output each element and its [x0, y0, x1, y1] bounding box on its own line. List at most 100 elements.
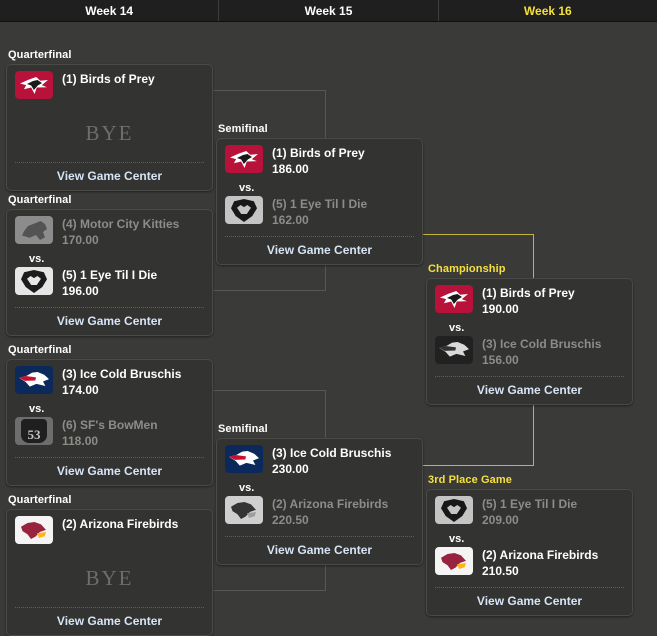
team-name: (3) Ice Cold Bruschis — [272, 446, 392, 460]
vs-label: vs. — [29, 253, 45, 265]
week-header-cell-16[interactable]: Week 16 — [439, 0, 657, 21]
view-game-center-link[interactable]: View Game Center — [225, 537, 414, 564]
team-name: (3) Ice Cold Bruschis — [62, 367, 182, 381]
bye-indicator: BYE — [85, 121, 134, 145]
team-row-winner[interactable]: (5) 1 Eye Til I Die 196.00 — [15, 267, 204, 303]
matchup-quarterfinal-3: Quarterfinal (3) Ice Cold Bruschis 174.0… — [6, 344, 213, 486]
week-header-cell-15[interactable]: Week 15 — [219, 0, 439, 21]
team-name: (5) 1 Eye Til I Die — [272, 197, 368, 211]
falcons-logo — [435, 285, 473, 313]
patriots-logo — [225, 445, 263, 473]
falcons-logo — [225, 145, 263, 173]
team-row-winner[interactable]: (1) Birds of Prey — [15, 71, 204, 107]
cardinals-logo — [15, 516, 53, 544]
connector-sf1-to-final — [422, 234, 534, 235]
team-score: 210.50 — [482, 564, 519, 578]
team-score: 156.00 — [482, 353, 519, 367]
team-name: (1) Birds of Prey — [272, 146, 365, 160]
team-score: 118.00 — [62, 434, 99, 448]
matchup-card-qf1[interactable]: (1) Birds of Prey BYE View Game Center — [6, 64, 213, 191]
team-row-loser[interactable]: (5) 1 Eye Til I Die 209.00 — [435, 496, 624, 532]
matchup-card-sf2[interactable]: (3) Ice Cold Bruschis 230.00 vs. (2) Ari… — [216, 438, 423, 565]
team-row-loser[interactable]: (6) SF's BowMen 118.00 — [15, 417, 204, 453]
lions-logo — [15, 216, 53, 244]
team-row-loser[interactable]: (5) 1 Eye Til I Die 162.00 — [225, 196, 414, 232]
matchup-card-qf3[interactable]: (3) Ice Cold Bruschis 174.00 vs. (6) SF'… — [6, 359, 213, 486]
matchup-championship: Championship (1) Birds of Prey 190.00 vs… — [426, 263, 633, 405]
matchup-semifinal-1: Semifinal (1) Birds of Prey 186.00 vs. (… — [216, 123, 423, 265]
team-name: (2) Arizona Firebirds — [482, 548, 599, 562]
playoff-bracket: Quarterfinal (1) Birds of Prey BYE View … — [0, 22, 657, 636]
patriots-logo — [15, 366, 53, 394]
round-label-sf1: Semifinal — [218, 123, 268, 135]
team-row-loser[interactable]: (3) Ice Cold Bruschis 156.00 — [435, 336, 624, 372]
vs-label: vs. — [449, 533, 465, 545]
team-name: (2) Arizona Firebirds — [272, 497, 389, 511]
team-score: 196.00 — [62, 284, 99, 298]
team-row-loser[interactable]: (2) Arizona Firebirds 220.50 — [225, 496, 414, 532]
team-name: (3) Ice Cold Bruschis — [482, 337, 602, 351]
team-name: (1) Birds of Prey — [62, 72, 155, 86]
matchup-third-place: 3rd Place Game (5) 1 Eye Til I Die 209.0… — [426, 474, 633, 616]
cardinals-logo — [435, 547, 473, 575]
view-game-center-link[interactable]: View Game Center — [225, 237, 414, 264]
round-label-qf1: Quarterfinal — [8, 49, 72, 61]
view-game-center-link[interactable]: View Game Center — [15, 608, 204, 635]
view-game-center-link[interactable]: View Game Center — [435, 588, 624, 615]
view-game-center-link[interactable]: View Game Center — [15, 458, 204, 485]
matchup-card-third-place[interactable]: (5) 1 Eye Til I Die 209.00 vs. (2) Arizo… — [426, 489, 633, 616]
round-label-qf3: Quarterfinal — [8, 344, 72, 356]
round-label-third-place: 3rd Place Game — [428, 474, 512, 486]
raiders-logo — [15, 267, 53, 295]
round-label-qf4: Quarterfinal — [8, 494, 72, 506]
vs-label: vs. — [239, 482, 255, 494]
team-name: (4) Motor City Kitties — [62, 217, 180, 231]
matchup-card-qf2[interactable]: (4) Motor City Kitties 170.00 vs. (5) 1 … — [6, 209, 213, 336]
raiders-logo — [435, 496, 473, 524]
matchup-quarterfinal-4: Quarterfinal (2) Arizona Firebirds BYE V… — [6, 494, 213, 636]
team-name: (5) 1 Eye Til I Die — [482, 497, 578, 511]
team-score: 170.00 — [62, 233, 99, 247]
team-row-winner[interactable]: (3) Ice Cold Bruschis 230.00 — [225, 445, 414, 481]
vs-label: vs. — [29, 403, 45, 415]
view-game-center-link[interactable]: View Game Center — [15, 308, 204, 335]
round-label-qf2: Quarterfinal — [8, 194, 72, 206]
team-score: 209.00 — [482, 513, 519, 527]
team-row-winner[interactable]: (2) Arizona Firebirds 210.50 — [435, 547, 624, 583]
view-game-center-link[interactable]: View Game Center — [15, 163, 204, 190]
view-game-center-link[interactable]: View Game Center — [435, 377, 624, 404]
matchup-quarterfinal-1: Quarterfinal (1) Birds of Prey BYE View … — [6, 49, 213, 191]
team-row-winner[interactable]: (1) Birds of Prey 186.00 — [225, 145, 414, 181]
connector-sf2-to-final — [422, 465, 534, 466]
matchup-semifinal-2: Semifinal (3) Ice Cold Bruschis 230.00 v… — [216, 423, 423, 565]
niners-logo — [15, 417, 53, 445]
connector-qf3-to-sf2 — [213, 390, 326, 391]
team-score: 190.00 — [482, 302, 519, 316]
matchup-card-championship[interactable]: (1) Birds of Prey 190.00 vs. (3) Ice Col… — [426, 278, 633, 405]
vs-label: vs. — [239, 182, 255, 194]
connector-qf1-to-sf1 — [213, 90, 326, 91]
team-score: 220.50 — [272, 513, 309, 527]
round-label-championship: Championship — [428, 263, 506, 275]
team-name: (2) Arizona Firebirds — [62, 517, 179, 531]
team-score: 230.00 — [272, 462, 309, 476]
patriots-logo — [435, 336, 473, 364]
team-score: 162.00 — [272, 213, 309, 227]
team-row-loser[interactable]: (4) Motor City Kitties 170.00 — [15, 216, 204, 252]
team-row-winner[interactable]: (2) Arizona Firebirds — [15, 516, 204, 552]
matchup-card-qf4[interactable]: (2) Arizona Firebirds BYE View Game Cent… — [6, 509, 213, 636]
raiders-logo — [225, 196, 263, 224]
week-header: Week 14 Week 15 Week 16 — [0, 0, 657, 22]
matchup-card-sf1[interactable]: (1) Birds of Prey 186.00 vs. (5) 1 Eye T… — [216, 138, 423, 265]
team-row-winner[interactable]: (1) Birds of Prey 190.00 — [435, 285, 624, 321]
week-header-cell-14[interactable]: Week 14 — [0, 0, 220, 21]
team-row-winner[interactable]: (3) Ice Cold Bruschis 174.00 — [15, 366, 204, 402]
team-name: (5) 1 Eye Til I Die — [62, 268, 158, 282]
bye-indicator: BYE — [85, 566, 134, 590]
team-name: (1) Birds of Prey — [482, 286, 575, 300]
team-score: 186.00 — [272, 162, 309, 176]
connector-qf4-to-sf2 — [213, 590, 326, 591]
team-name: (6) SF's BowMen — [62, 418, 158, 432]
vs-label: vs. — [449, 322, 465, 334]
team-score: 174.00 — [62, 383, 99, 397]
